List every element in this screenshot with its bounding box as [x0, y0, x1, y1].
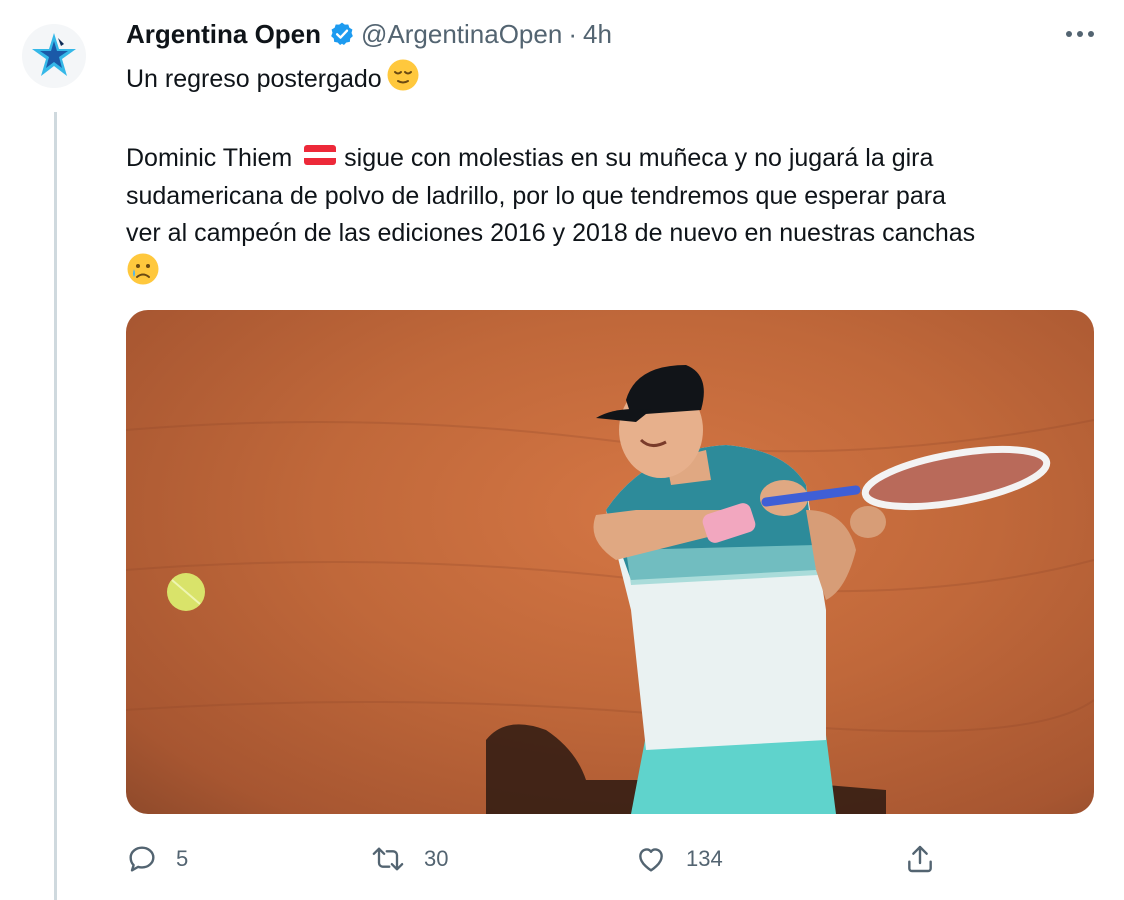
tweet-headline: Un regreso postergado — [126, 65, 382, 94]
retweet-icon — [372, 847, 404, 871]
tweet-blank-line — [126, 103, 1106, 140]
tweet-body-line-4 — [126, 252, 1106, 297]
argentina-open-logo-icon — [32, 33, 76, 76]
header-separator: · — [568, 18, 577, 49]
like-icon — [639, 848, 663, 872]
more-options-icon — [1066, 31, 1094, 37]
like-button[interactable]: 134 — [634, 836, 723, 882]
crying-face-emoji-icon — [126, 252, 160, 297]
author-handle[interactable]: @ArgentinaOpen — [361, 19, 562, 50]
retweet-count: 30 — [424, 846, 449, 871]
tweet-body-name: Dominic Thiem — [126, 144, 293, 172]
tweet-body-line-3: ver al campeón de las ediciones 2016 y 2… — [126, 218, 976, 247]
verified-badge-icon — [329, 21, 355, 47]
tweet-body-line-2: sudamericana de polvo de ladrillo, por l… — [126, 181, 946, 210]
tennis-player-illustration — [126, 365, 1094, 814]
austria-flag-emoji-icon — [303, 141, 337, 178]
share-button[interactable] — [904, 836, 936, 882]
reply-icon — [129, 846, 155, 872]
tweet-body-rest: sigue con molestias en su muñeca y no ju… — [344, 144, 934, 172]
more-options-button[interactable] — [1062, 22, 1098, 46]
tweet-text: Un regreso postergado Dominic Thiem sigu… — [126, 58, 1106, 297]
tweet-actions: 5 30 134 — [126, 836, 1106, 882]
reply-button[interactable]: 5 — [126, 836, 188, 882]
thread-line — [54, 112, 57, 900]
tweet-media-photo[interactable] — [126, 310, 1094, 814]
like-count: 134 — [686, 846, 723, 871]
share-icon — [908, 845, 932, 873]
tweet-header: Argentina Open @ArgentinaOpen · 4h — [126, 16, 1124, 52]
reply-count: 5 — [176, 846, 189, 871]
tweet-headline-line: Un regreso postergado — [126, 58, 1106, 103]
relieved-face-emoji-icon — [386, 58, 420, 103]
author-avatar[interactable] — [22, 24, 86, 88]
retweet-button[interactable]: 30 — [370, 836, 448, 882]
author-name[interactable]: Argentina Open — [126, 19, 321, 50]
tweet-timestamp[interactable]: 4h — [583, 19, 612, 50]
tweet-body-line-1: Dominic Thiem sigue con molestias en su … — [126, 140, 1106, 178]
